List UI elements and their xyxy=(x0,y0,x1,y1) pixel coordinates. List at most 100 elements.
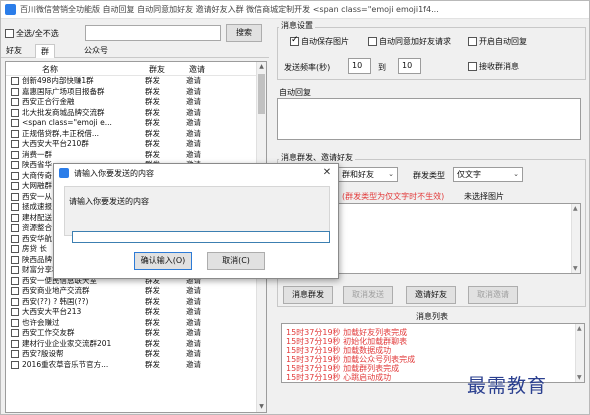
broadcast-type-link[interactable]: 群发 xyxy=(145,139,160,150)
list-item[interactable]: 创新498内部快赚1群 群发 邀请 xyxy=(6,76,256,87)
receive-group-msgs-option[interactable]: 接收群消息 xyxy=(468,61,519,72)
checkbox-icon[interactable] xyxy=(11,171,19,180)
broadcast-type-link[interactable]: 群发 xyxy=(145,339,160,350)
checkbox-icon[interactable] xyxy=(468,37,477,46)
target-select[interactable]: 群和好友 ⌄ xyxy=(338,167,398,182)
list-item[interactable]: 大西安大平台213 群发 邀请 xyxy=(6,307,256,318)
list-item[interactable]: 建材行业企业家交流群201 群发 邀请 xyxy=(6,339,256,350)
invite-link[interactable]: 邀请 xyxy=(186,349,201,360)
checkbox-icon[interactable] xyxy=(11,276,19,285)
checkbox-icon[interactable] xyxy=(11,150,19,159)
close-icon[interactable]: ✕ xyxy=(320,166,334,179)
checkbox-icon[interactable] xyxy=(11,182,19,190)
invite-link[interactable]: 邀请 xyxy=(186,118,201,129)
cancel-send-button[interactable]: 取消发送 xyxy=(343,286,393,304)
checkbox-icon[interactable] xyxy=(11,77,19,85)
invite-link[interactable]: 邀请 xyxy=(186,297,201,308)
tab-official-accounts[interactable]: 公众号 xyxy=(79,44,113,58)
list-item[interactable]: 西安正合行金融 群发 邀请 xyxy=(6,97,256,108)
auto-accept-friends-option[interactable]: 自动同意加好友请求 xyxy=(368,36,451,47)
broadcast-type-link[interactable]: 群发 xyxy=(145,349,160,360)
search-button[interactable]: 搜索 xyxy=(226,24,262,42)
checkbox-icon[interactable] xyxy=(11,213,19,222)
checkbox-icon[interactable] xyxy=(11,329,19,337)
checkbox-icon[interactable] xyxy=(11,119,19,127)
broadcast-type-link[interactable]: 群发 xyxy=(145,87,160,98)
group-type-select[interactable]: 仅文字 ⌄ xyxy=(453,167,523,182)
cancel-button[interactable]: 取消(C) xyxy=(207,252,265,270)
message-list-scrollbar[interactable]: ▲ ▼ xyxy=(575,324,584,382)
scroll-down-icon[interactable]: ▼ xyxy=(573,265,578,272)
list-item[interactable]: 西安商业地产交流群 群发 邀请 xyxy=(6,286,256,297)
checkbox-icon[interactable] xyxy=(11,255,19,264)
invite-friends-button[interactable]: 邀请好友 xyxy=(406,286,456,304)
broadcast-type-link[interactable]: 群发 xyxy=(145,129,160,140)
select-all-checkbox[interactable]: 全选/全不选 xyxy=(5,28,59,39)
checkbox-icon[interactable] xyxy=(5,29,14,38)
checkbox-icon[interactable] xyxy=(11,350,19,358)
checkbox-icon[interactable] xyxy=(11,308,19,316)
scroll-down-icon[interactable]: ▼ xyxy=(258,403,265,411)
checkbox-icon[interactable] xyxy=(11,318,19,327)
list-item[interactable]: 嘉惠国际广场项目报备群 群发 邀请 xyxy=(6,87,256,98)
tab-groups[interactable]: 群 xyxy=(35,44,55,58)
search-input[interactable] xyxy=(85,25,221,41)
checkbox-icon[interactable] xyxy=(11,245,19,253)
column-name[interactable]: 名称 xyxy=(42,64,58,75)
invite-link[interactable]: 邀请 xyxy=(186,76,201,87)
checkbox-icon[interactable] xyxy=(11,360,19,369)
list-item[interactable]: <span class="emoji e... 群发 邀请 xyxy=(6,118,256,129)
invite-link[interactable]: 邀请 xyxy=(186,97,201,108)
invite-link[interactable]: 邀请 xyxy=(186,307,201,318)
broadcast-type-link[interactable]: 群发 xyxy=(145,76,160,87)
tab-friends[interactable]: 好友 xyxy=(1,44,27,58)
invite-link[interactable]: 邀请 xyxy=(186,339,201,350)
auto-reply-textarea[interactable] xyxy=(277,98,581,140)
broadcast-type-link[interactable]: 群发 xyxy=(145,150,160,161)
list-item[interactable]: 正规借贷群,丰正税借... 群发 邀请 xyxy=(6,129,256,140)
list-item[interactable]: 北大批发商城品牌交流群 群发 邀请 xyxy=(6,108,256,119)
checkbox-icon[interactable] xyxy=(11,129,19,138)
list-item[interactable]: 也许会赚过 群发 邀请 xyxy=(6,318,256,329)
checkbox-icon[interactable] xyxy=(11,224,19,232)
dialog-text-input[interactable] xyxy=(72,231,330,243)
frequency-from-input[interactable]: 10 xyxy=(348,58,371,74)
broadcast-type-link[interactable]: 群发 xyxy=(145,97,160,108)
broadcast-textarea[interactable]: ▲ ▼ xyxy=(338,203,581,274)
scrollbar-thumb[interactable] xyxy=(258,74,265,114)
checkbox-icon[interactable] xyxy=(11,140,19,148)
checkbox-icon[interactable] xyxy=(11,98,19,106)
invite-link[interactable]: 邀请 xyxy=(186,139,201,150)
checkbox-icon[interactable] xyxy=(11,266,19,274)
checkbox-icon[interactable] xyxy=(11,203,19,211)
scroll-up-icon[interactable]: ▲ xyxy=(573,205,578,212)
invite-link[interactable]: 邀请 xyxy=(186,328,201,339)
list-item[interactable]: 西安?殷设帮 群发 邀请 xyxy=(6,349,256,360)
list-item[interactable]: 大西安大平台210群 群发 邀请 xyxy=(6,139,256,150)
broadcast-type-link[interactable]: 群发 xyxy=(145,360,160,371)
checkbox-icon[interactable] xyxy=(11,161,19,169)
broadcast-type-link[interactable]: 群发 xyxy=(145,307,160,318)
broadcast-type-link[interactable]: 群发 xyxy=(145,108,160,119)
invite-link[interactable]: 邀请 xyxy=(186,360,201,371)
broadcast-type-link[interactable]: 群发 xyxy=(145,286,160,297)
invite-link[interactable]: 邀请 xyxy=(186,87,201,98)
list-item[interactable]: 西安(??) ? 韩国(??) 群发 邀请 xyxy=(6,297,256,308)
cancel-invite-button[interactable]: 取消邀请 xyxy=(468,286,518,304)
auto-reply-toggle-option[interactable]: 开启自动回复 xyxy=(468,36,527,47)
broadcast-type-link[interactable]: 群发 xyxy=(145,328,160,339)
broadcast-type-link[interactable]: 群发 xyxy=(145,118,160,129)
list-item[interactable]: 2016重农草音乐节官方... 群发 邀请 xyxy=(6,360,256,371)
broadcast-send-button[interactable]: 消息群发 xyxy=(283,286,333,304)
checkbox-icon[interactable] xyxy=(11,108,19,117)
checkbox-icon[interactable] xyxy=(11,192,19,201)
checkbox-icon[interactable] xyxy=(11,297,19,306)
invite-link[interactable]: 邀请 xyxy=(186,150,201,161)
column-invite[interactable]: 邀请 xyxy=(189,64,205,75)
invite-link[interactable]: 邀请 xyxy=(186,129,201,140)
broadcast-type-link[interactable]: 群发 xyxy=(145,297,160,308)
checkbox-icon[interactable] xyxy=(11,234,19,243)
checkbox-icon[interactable] xyxy=(11,339,19,348)
scroll-up-icon[interactable]: ▲ xyxy=(577,325,582,332)
scroll-up-icon[interactable]: ▲ xyxy=(258,63,265,71)
